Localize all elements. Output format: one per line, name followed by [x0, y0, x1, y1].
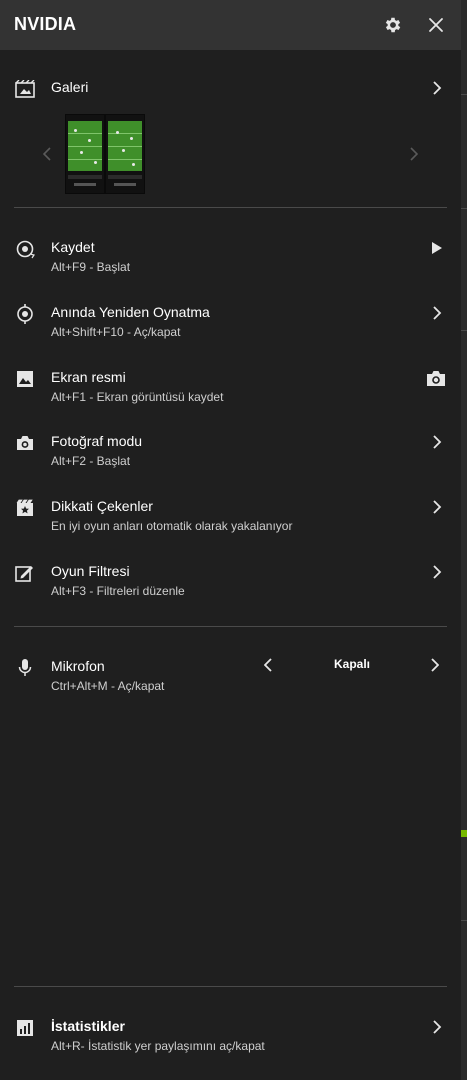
highlights-label: Dikkati Çekenler [51, 498, 153, 514]
instant-replay-row[interactable]: Anında Yeniden Oynatma Alt+Shift+F10 - A… [0, 303, 461, 359]
photo-mode-label: Fotoğraf modu [51, 433, 143, 449]
photo-mode-row[interactable]: Fotoğraf modu Alt+F2 - Başlat [0, 432, 461, 488]
record-shortcut: Alt+F9 - Başlat [51, 260, 131, 274]
statistics-chart-icon [14, 1017, 36, 1039]
nvidia-overlay-panel: NVIDIA Galeri Kaydet Alt+F9 - Başlat Anı… [0, 0, 461, 1080]
instant-replay-shortcut: Alt+Shift+F10 - Aç/kapat [51, 325, 181, 339]
game-filter-label: Oyun Filtresi [51, 563, 130, 579]
overlay-title: NVIDIA [14, 14, 77, 34]
record-icon [14, 238, 36, 260]
instant-replay-label: Anında Yeniden Oynatma [51, 304, 210, 320]
microphone-status-value: Kapalı [334, 657, 371, 671]
gallery-label: Galeri [51, 79, 89, 95]
chevron-right-icon [427, 78, 447, 98]
gallery-thumbnail[interactable] [65, 114, 105, 194]
chevron-right-icon [427, 303, 447, 323]
microphone-label: Mikrofon [51, 658, 105, 674]
statistics-shortcut: Alt+R- İstatistik yer paylaşımını aç/kap… [51, 1039, 265, 1053]
statistics-row[interactable]: İstatistikler Alt+R- İstatistik yer payl… [0, 1017, 461, 1073]
chevron-right-icon [427, 562, 447, 582]
gallery-next-chevron-icon[interactable] [407, 146, 421, 162]
camera-icon [14, 432, 36, 454]
divider [14, 207, 447, 208]
gallery-thumbnail[interactable] [105, 114, 145, 194]
record-row[interactable]: Kaydet Alt+F9 - Başlat [0, 238, 461, 294]
play-icon[interactable] [427, 238, 447, 258]
microphone-next-chevron-icon[interactable] [429, 657, 441, 673]
microphone-row: Mikrofon Ctrl+Alt+M - Aç/kapat [0, 657, 461, 713]
gallery-prev-chevron-icon[interactable] [40, 146, 54, 162]
game-filter-row[interactable]: Oyun Filtresi Alt+F3 - Filtreleri düzenl… [0, 562, 461, 618]
image-icon [14, 368, 36, 390]
overlay-header: NVIDIA [0, 0, 461, 50]
background-app-edge [461, 0, 467, 1080]
divider [14, 986, 447, 987]
chevron-right-icon [427, 432, 447, 452]
screenshot-label: Ekran resmi [51, 369, 126, 385]
chevron-right-icon [427, 497, 447, 517]
photo-mode-shortcut: Alt+F2 - Başlat [51, 454, 131, 468]
edit-filter-icon [14, 562, 36, 584]
screenshot-row[interactable]: Ekran resmi Alt+F1 - Ekran görüntüsü kay… [0, 368, 461, 424]
highlights-row[interactable]: Dikkati Çekenler En iyi oyun anları otom… [0, 497, 461, 553]
screenshot-shortcut: Alt+F1 - Ekran görüntüsü kaydet [51, 390, 224, 404]
settings-gear-icon[interactable] [381, 13, 405, 37]
camera-icon[interactable] [425, 368, 447, 388]
statistics-label: İstatistikler [51, 1018, 125, 1034]
microphone-icon [14, 657, 36, 679]
instant-replay-icon [14, 303, 36, 325]
highlights-clapper-icon [14, 497, 36, 519]
microphone-shortcut: Ctrl+Alt+M - Aç/kapat [51, 679, 165, 693]
record-label: Kaydet [51, 239, 95, 255]
close-icon[interactable] [424, 13, 448, 37]
divider [14, 626, 447, 627]
game-filter-shortcut: Alt+F3 - Filtreleri düzenle [51, 584, 185, 598]
microphone-prev-chevron-icon[interactable] [262, 657, 274, 673]
gallery-icon [14, 78, 36, 100]
highlights-description: En iyi oyun anları otomatik olarak yakal… [51, 519, 293, 533]
chevron-right-icon [427, 1017, 447, 1037]
